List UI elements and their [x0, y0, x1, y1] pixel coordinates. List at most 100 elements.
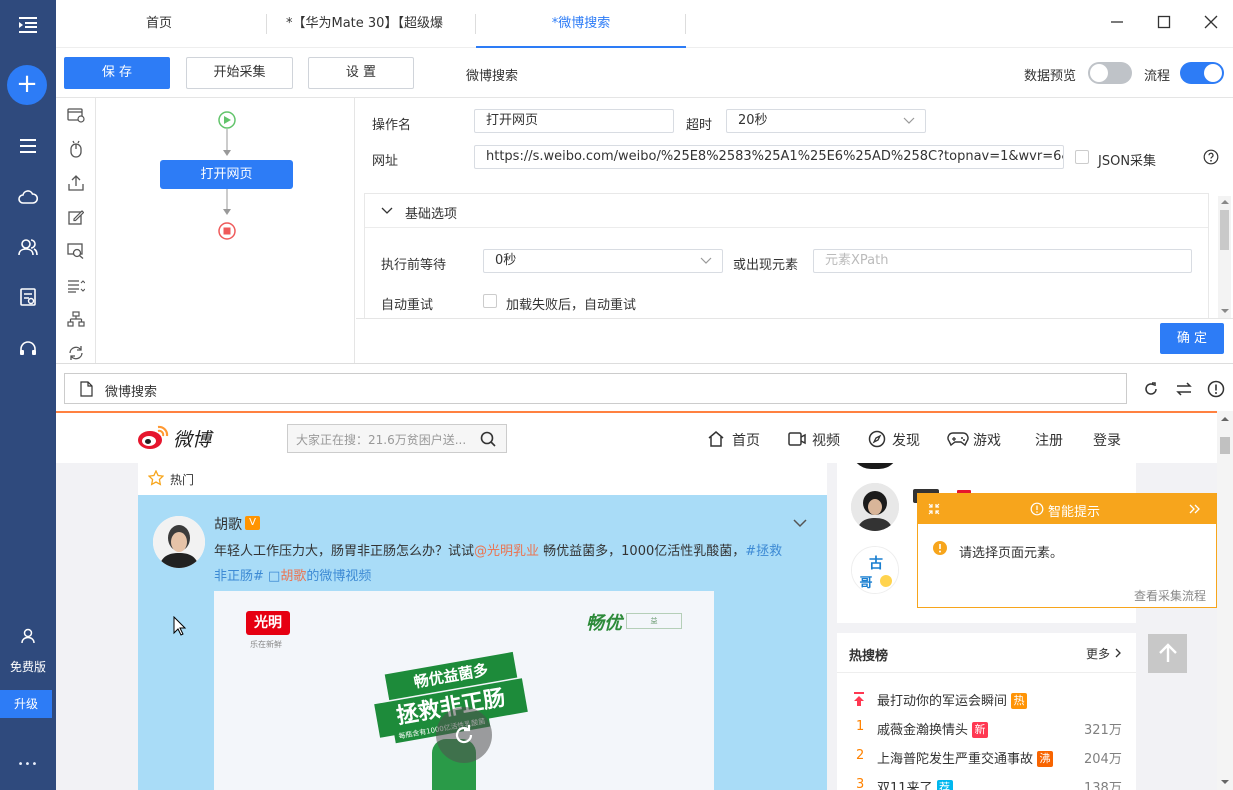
recommend-tag-badge: 荐 [936, 780, 953, 790]
start-collect-button[interactable]: 开始采集 [186, 57, 293, 89]
op-name-input[interactable]: 打开网页 [474, 109, 674, 133]
weibo-nav-discover[interactable]: 发现 [892, 430, 920, 450]
hot-search-item[interactable]: 2 上海普陀发生严重交通事故沸 204万 [849, 748, 1125, 768]
tab-home[interactable]: 首页 [146, 0, 206, 48]
tab-divider [266, 14, 267, 34]
options-scrollbar[interactable] [1218, 196, 1231, 318]
scrollbar-thumb[interactable] [1220, 210, 1229, 250]
arrow-head [223, 209, 231, 215]
loop-tool-icon[interactable] [64, 344, 88, 368]
back-to-top-button[interactable] [1148, 634, 1187, 673]
page-icon [80, 381, 93, 397]
shrink-icon [928, 503, 940, 515]
refresh-icon[interactable] [1142, 380, 1160, 398]
browser-address-bar[interactable]: 微博搜索 [64, 373, 1127, 404]
confirm-button[interactable]: 确 定 [1160, 323, 1224, 354]
weibo-nav-games[interactable]: 游戏 [973, 430, 1001, 450]
form-divider [356, 318, 1233, 319]
flow-toggle[interactable] [1180, 62, 1224, 84]
extract-data-tool-icon[interactable] [64, 242, 88, 266]
hot-search-item-title: 最打动你的军运会瞬间 [877, 694, 1008, 709]
users-icon[interactable] [0, 233, 56, 261]
mouse-click-tool-icon[interactable] [64, 140, 88, 164]
video-loading-overlay[interactable] [436, 707, 492, 763]
retry-checkbox[interactable] [483, 294, 497, 308]
scroll-down-icon [1221, 309, 1229, 313]
maximize-icon[interactable] [1152, 12, 1176, 36]
scroll-up-icon [1221, 200, 1229, 204]
hot-label[interactable]: 热门 [170, 471, 194, 488]
upload-tool-icon[interactable] [64, 174, 88, 198]
settings-button[interactable]: 设 置 [308, 57, 414, 89]
retry-label: 自动重试 [381, 298, 434, 313]
flow-step-open-page[interactable]: 打开网页 [160, 160, 293, 189]
close-icon[interactable] [1199, 12, 1223, 36]
verified-badge-icon: V [245, 516, 260, 530]
panel-divider [56, 363, 1233, 364]
json-checkbox[interactable] [1075, 150, 1089, 164]
tab-huawei-task[interactable]: *【华为Mate 30】【超级爆 [286, 0, 458, 48]
post-menu-chevron-icon [793, 519, 807, 528]
smart-tip-title: 智能提示 [1048, 505, 1101, 520]
post-video-thumbnail[interactable]: 光明 乐在新鲜 畅优 益 畅优益菌多 拯救非正肠 每瓶含有1000亿活性乳酸菌 [214, 591, 714, 790]
view-flow-link[interactable]: 查看采集流程 [1134, 587, 1206, 604]
browser-address-text: 微博搜索 [105, 385, 158, 400]
headset-icon[interactable] [0, 334, 56, 362]
video-author-link[interactable]: 胡歌 [280, 569, 306, 584]
hot-search-count: 204万 [1084, 752, 1122, 767]
info-alert-icon[interactable] [1207, 380, 1225, 398]
hot-search-item[interactable]: 最打动你的军运会瞬间热 [849, 690, 1125, 710]
post-author[interactable]: 胡歌 [214, 514, 242, 534]
tab-weibo-search[interactable]: *微博搜索 [476, 0, 686, 48]
help-icon[interactable] [1203, 149, 1219, 165]
switch-mode-icon[interactable] [1175, 380, 1193, 398]
select-option-tool-icon[interactable] [64, 276, 88, 300]
scroll-up-icon [1221, 417, 1229, 421]
branch-tool-icon[interactable] [64, 310, 88, 334]
weibo-login-link[interactable]: 登录 [1093, 430, 1121, 450]
save-button[interactable]: 保 存 [64, 57, 170, 89]
hot-search-more-link[interactable]: 更多 [1086, 645, 1110, 662]
free-edition-label: 免费版 [9, 660, 46, 674]
op-name-label: 操作名 [372, 118, 412, 133]
weibo-register-link[interactable]: 注册 [1035, 430, 1063, 450]
weibo-nav-video[interactable]: 视频 [812, 430, 840, 450]
wait-select[interactable]: 0秒 [483, 249, 723, 273]
hot-search-item[interactable]: 1 戚薇金瀚换情头新 321万 [849, 719, 1125, 739]
cloud-icon[interactable] [0, 183, 56, 211]
post-text: 年轻人工作压力大，肠胃非正肠怎么办？试试@光明乳业 畅优益菌多，1000亿活性乳… [214, 539, 794, 589]
list-icon[interactable] [0, 132, 56, 160]
user-avatar[interactable] [851, 483, 899, 531]
page-scrollbar[interactable] [1217, 411, 1233, 790]
retry-checkbox-label: 加载失败后，自动重试 [506, 298, 637, 313]
hot-search-header: 热搜榜 更多 [837, 633, 1136, 673]
collapse-menu-icon[interactable] [0, 11, 56, 39]
mention-link[interactable]: @光明乳业 [474, 544, 539, 559]
upgrade-button[interactable]: 升级 [0, 690, 52, 718]
chevron-down-icon [381, 207, 393, 214]
video-link-text[interactable]: 的微博视频 [306, 569, 371, 584]
timeout-select[interactable]: 20秒 [726, 109, 926, 133]
user-avatar-guge[interactable]: 古哥 [851, 546, 899, 594]
hot-search-item[interactable]: 3 双11来了荐 138万 [849, 777, 1125, 790]
weibo-post-card: 胡歌 V 年轻人工作压力大，肠胃非正肠怎么办？试试@光明乳业 畅优益菌多，100… [138, 495, 827, 790]
weibo-nav-home[interactable]: 首页 [732, 430, 760, 450]
basic-options-header[interactable]: 基础选项 [365, 194, 1208, 228]
user-avatar-partial[interactable] [851, 463, 899, 469]
data-preview-toggle[interactable] [1088, 62, 1132, 84]
scrollbar-thumb[interactable] [1220, 437, 1230, 454]
url-input[interactable]: https://s.weibo.com/weibo/%25E8%2583%25A… [474, 145, 1064, 169]
minimize-icon[interactable] [1105, 12, 1129, 36]
weibo-search-input[interactable]: 大家正在搜：21.6万贫困户送... [287, 424, 507, 453]
weibo-header: 微博 大家正在搜：21.6万贫困户送... 首页 视频 发现 游戏 注册 登录 [56, 411, 1217, 463]
stop-icon [223, 227, 231, 235]
document-check-icon[interactable] [0, 283, 56, 311]
xpath-input[interactable]: 元素XPath [813, 249, 1192, 273]
more-options-icon[interactable]: ••• [0, 750, 56, 778]
hot-tab-bar: 热门 [138, 463, 827, 495]
user-account-icon[interactable] [0, 622, 56, 650]
open-page-tool-icon[interactable] [64, 106, 88, 130]
author-avatar[interactable] [153, 516, 205, 568]
new-task-button[interactable]: + [7, 65, 47, 105]
edit-input-tool-icon[interactable] [64, 208, 88, 232]
